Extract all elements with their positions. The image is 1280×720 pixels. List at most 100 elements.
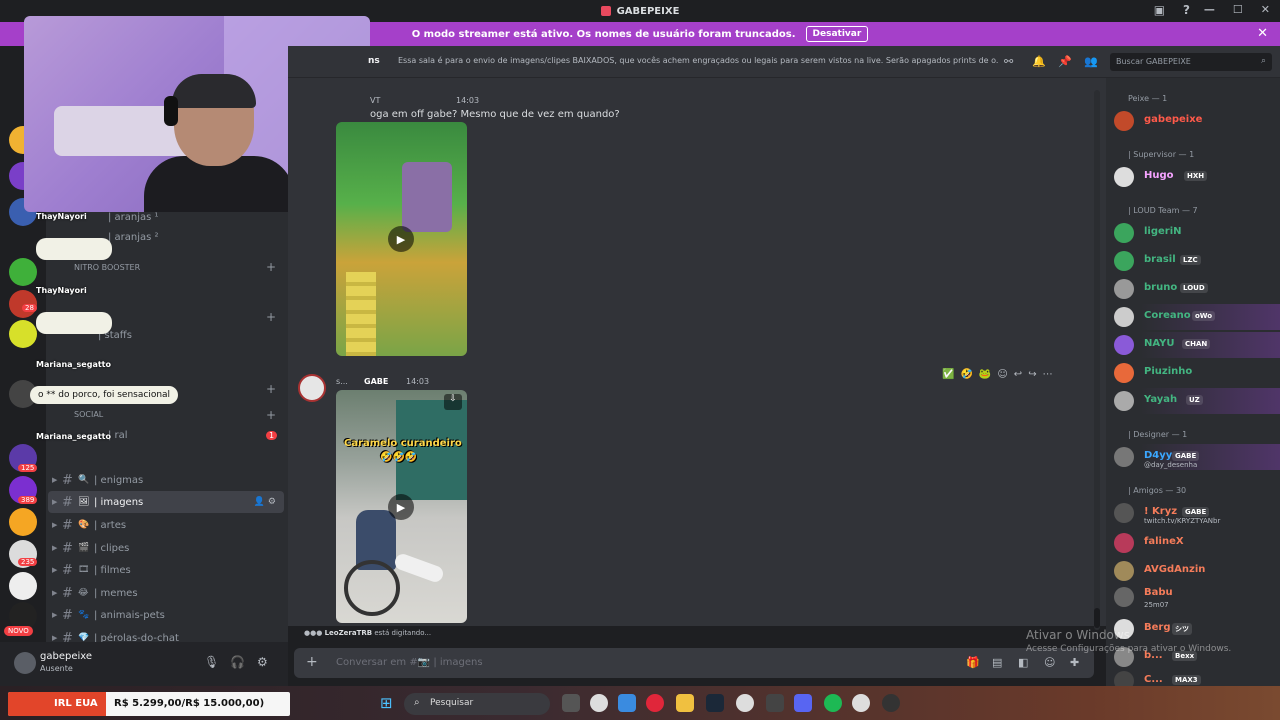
message-author[interactable]: s... (336, 377, 348, 386)
member-item[interactable]: Piuzinho (1106, 360, 1280, 386)
server-icon[interactable] (9, 258, 37, 286)
emoji-icon[interactable]: ☺ (1044, 656, 1055, 669)
file-explorer-icon[interactable] (676, 694, 694, 712)
windows-start-icon[interactable]: ⊞ (380, 694, 398, 712)
pin-icon[interactable]: 📌 (1058, 55, 1072, 68)
sticker-icon[interactable]: ◧ (1018, 656, 1028, 669)
role-header: | Designer — 1 (1128, 430, 1188, 439)
spotify-icon[interactable] (824, 694, 842, 712)
member-sub: 25m07 (1144, 601, 1169, 609)
forward-icon[interactable]: ↪ (1028, 369, 1036, 380)
app-icon[interactable] (618, 694, 636, 712)
close-window-button[interactable]: ✕ (1261, 3, 1270, 16)
add-channel-icon[interactable]: + (266, 310, 276, 324)
microphone-icon[interactable]: 🎙 (204, 655, 219, 669)
server-icon[interactable] (9, 508, 37, 536)
help-icon[interactable]: ? (1183, 3, 1190, 17)
member-item[interactable]: D4yy GABE @day_desenha (1106, 444, 1280, 470)
member-item[interactable]: C... MAX3 (1106, 668, 1280, 686)
search-input[interactable]: Buscar GABEPEIXE ⌕ (1110, 53, 1272, 71)
members-icon[interactable]: 👥 (1084, 55, 1098, 68)
app-icon[interactable] (766, 694, 784, 712)
channel-clipes[interactable]: ▶ # 🎬 | clipes (48, 537, 284, 559)
member-item[interactable]: bruno LOUD (1106, 276, 1280, 302)
app-icon[interactable] (736, 694, 754, 712)
reply-icon[interactable]: ↩ (1014, 369, 1022, 380)
channel-name: | imagens (94, 496, 144, 508)
avatar[interactable] (298, 374, 326, 402)
member-item[interactable]: Hugo HXH (1106, 164, 1280, 190)
channel-settings-icon[interactable]: 👤 ⚙ (254, 497, 276, 507)
app-icon[interactable] (590, 694, 608, 712)
minimize-button[interactable]: — (1204, 3, 1215, 16)
reaction-check-icon[interactable]: ✅ (942, 369, 954, 380)
task-view-icon[interactable] (562, 694, 580, 712)
video-attachment[interactable]: ▶ (336, 122, 467, 356)
message-author[interactable]: VT (370, 96, 380, 105)
member-item[interactable]: NAYU CHAN (1106, 332, 1280, 358)
member-tag: シツ (1172, 623, 1192, 635)
category-social[interactable]: SOCIAL (74, 410, 103, 419)
member-item[interactable]: falineX (1106, 530, 1280, 556)
member-item[interactable]: AVGdAnzin (1106, 558, 1280, 584)
member-item[interactable]: brasil LZC (1106, 248, 1280, 274)
channel-enigmas[interactable]: ▶ # 🔍 | enigmas (48, 469, 284, 491)
server-icon[interactable] (9, 572, 37, 600)
headphones-icon[interactable]: 🎧 (230, 655, 245, 669)
member-item[interactable]: ligeriN (1106, 220, 1280, 246)
member-item[interactable]: Yayah UZ (1106, 388, 1280, 414)
inbox-icon[interactable]: ▣ (1154, 3, 1165, 17)
add-channel-icon[interactable]: + (266, 408, 276, 422)
member-item[interactable]: Coreano oWo (1106, 304, 1280, 330)
channel-memes[interactable]: ▶ # 😂 | memes (48, 582, 284, 604)
reaction-laugh-icon[interactable]: 🤣 (960, 369, 972, 380)
steam-icon[interactable] (706, 694, 724, 712)
reaction-custom-icon[interactable]: 🐸 (979, 369, 991, 380)
message-scrollbar[interactable] (1094, 90, 1100, 630)
category-nitro-booster[interactable]: NITRO BOOSTER (74, 263, 140, 272)
hash-icon: # (62, 517, 73, 533)
discord-icon[interactable] (794, 694, 812, 712)
app-icon[interactable] (852, 694, 870, 712)
add-reaction-icon[interactable]: ☺ (997, 369, 1007, 380)
gift-icon[interactable]: 🎁 (966, 656, 980, 669)
channel-animais-pets[interactable]: ▶ # 🐾 | animais-pets (48, 604, 284, 626)
member-item[interactable]: gabepeixe (1106, 108, 1280, 134)
add-channel-icon[interactable]: + (266, 260, 276, 274)
member-tag: LOUD (1180, 283, 1208, 293)
gear-icon[interactable]: ⚙ (257, 655, 268, 669)
opera-icon[interactable] (646, 694, 664, 712)
channel-imagens[interactable]: ▶ # 🖼 | imagens 👤 ⚙ (48, 491, 284, 513)
video-attachment[interactable]: Caramelo curandeiro 🤣🤣🤣 ⇩ ▶ (336, 390, 467, 623)
apps-icon[interactable]: ✚ (1070, 656, 1079, 669)
taskbar-search[interactable]: ⌕ Pesquisar (404, 693, 550, 715)
play-icon[interactable]: ▶ (388, 494, 414, 520)
member-item[interactable]: Berg シツ (1106, 616, 1280, 642)
gif-icon[interactable]: ▤ (992, 656, 1002, 669)
channel-name: | memes (94, 587, 138, 599)
add-channel-icon[interactable]: + (266, 382, 276, 396)
maximize-button[interactable]: ☐ (1233, 3, 1243, 16)
obs-icon[interactable] (882, 694, 900, 712)
chevron-icon: ▶ (52, 476, 58, 484)
channel-artes[interactable]: ▶ # 🎨 | artes (48, 514, 284, 536)
upload-plus-icon[interactable]: + (306, 654, 318, 670)
avatar[interactable] (14, 652, 36, 674)
message-list: VT 14:03 oga em off gabe? Mesmo que de v… (288, 78, 1106, 626)
member-item[interactable]: ! Kryz GABE twitch.tv/KRYZTYANbr (1106, 500, 1280, 526)
more-icon[interactable]: ⋯ (1043, 369, 1053, 380)
message-composer[interactable]: + Conversar em #📷 | imagens 🎁 ▤ ◧ ☺ ✚ (294, 648, 1094, 678)
member-item[interactable]: Babu 25m07 (1106, 584, 1280, 610)
play-icon[interactable]: ▶ (388, 226, 414, 252)
bell-icon[interactable]: 🔔 (1032, 55, 1046, 68)
disable-streamer-mode-button[interactable]: Desativar (805, 26, 869, 42)
channel-topic[interactable]: Essa sala é para o envio de imagens/clip… (398, 56, 998, 65)
threads-icon[interactable]: ⚯ (1004, 55, 1013, 68)
download-icon[interactable]: ⇩ (444, 394, 462, 410)
channel-name: | filmes (94, 564, 131, 576)
channel-filmes[interactable]: ▶ # 🎞 | filmes (48, 559, 284, 581)
server-icon[interactable] (9, 320, 37, 348)
message-actions: ✅ 🤣 🐸 ☺ ↩ ↪ ⋯ (942, 365, 1094, 383)
member-tag: CHAN (1182, 339, 1211, 349)
banner-close-icon[interactable]: ✕ (1257, 26, 1268, 41)
